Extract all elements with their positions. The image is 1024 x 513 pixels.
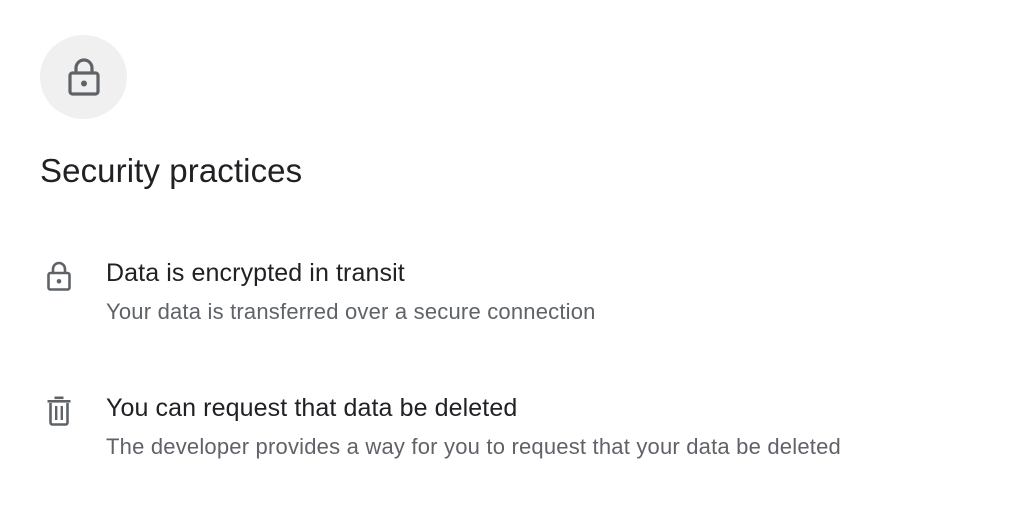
practice-description: Your data is transferred over a secure c… — [106, 299, 596, 324]
practice-description: The developer provides a way for you to … — [106, 434, 841, 459]
header-lock-icon-circle — [40, 35, 127, 119]
trash-icon — [44, 395, 74, 429]
practice-item-encrypted-in-transit: Data is encrypted in transit Your data i… — [0, 255, 1024, 335]
practice-title: You can request that data be deleted — [106, 394, 518, 422]
practice-title: Data is encrypted in transit — [106, 259, 405, 287]
page-title: Security practices — [40, 152, 303, 189]
practice-item-request-deletion: You can request that data be deleted The… — [0, 390, 1024, 470]
security-practices-page: Security practices Data is encrypted in … — [0, 0, 1024, 513]
lock-icon — [66, 57, 102, 97]
lock-icon — [44, 260, 74, 294]
